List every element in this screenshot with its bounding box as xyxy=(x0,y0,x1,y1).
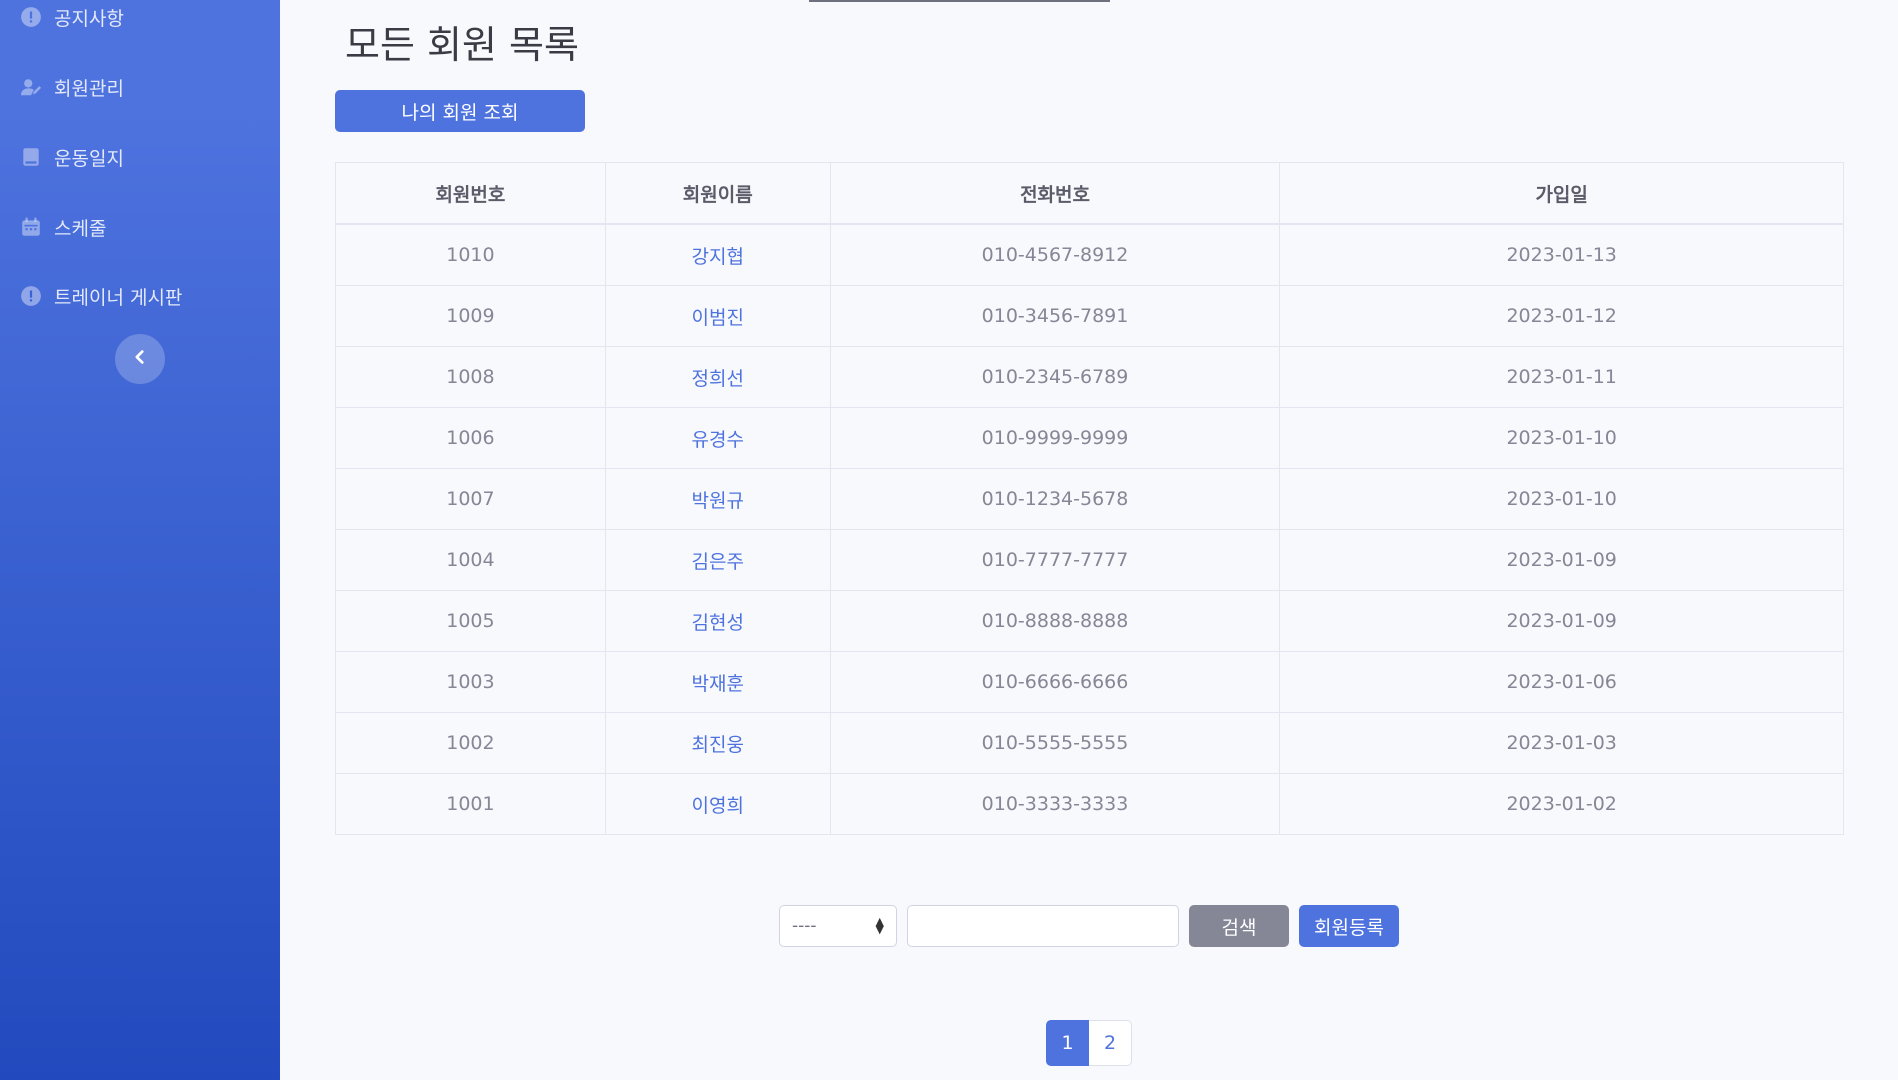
exclamation-circle-icon xyxy=(20,285,42,307)
member-no-cell: 1005 xyxy=(335,590,606,652)
column-header-member-name: 회원이름 xyxy=(604,162,831,225)
sidebar-item-label: 스케줄 xyxy=(54,217,107,240)
phone-cell: 010-3456-7891 xyxy=(829,285,1281,347)
member-name-link[interactable]: 박원규 xyxy=(604,468,831,530)
table-row: 1006 유경수 010-9999-9999 2023-01-10 xyxy=(335,407,1844,469)
member-no-cell: 1010 xyxy=(335,223,606,286)
member-name-link[interactable]: 이영희 xyxy=(604,773,831,835)
member-name-link[interactable]: 박재훈 xyxy=(604,651,831,713)
members-table: 회원번호 회원이름 전화번호 가입일 1010 강지협 010-4567-891… xyxy=(335,162,1844,835)
member-no-cell: 1001 xyxy=(335,773,606,835)
sidebar-item-label: 트레이너 게시판 xyxy=(54,286,183,309)
page-link-2[interactable]: 2 xyxy=(1089,1020,1132,1066)
phone-cell: 010-5555-5555 xyxy=(829,712,1281,774)
join-date-cell: 2023-01-12 xyxy=(1279,285,1844,347)
member-no-cell: 1004 xyxy=(335,529,606,591)
phone-cell: 010-9999-9999 xyxy=(829,407,1281,469)
phone-cell: 010-6666-6666 xyxy=(829,651,1281,713)
member-no-cell: 1002 xyxy=(335,712,606,774)
sidebar-item-notice[interactable]: 공지사항 xyxy=(20,0,124,37)
chevron-left-icon xyxy=(131,348,149,370)
phone-cell: 010-4567-8912 xyxy=(829,223,1281,286)
member-name-link[interactable]: 김현성 xyxy=(604,590,831,652)
sidebar-item-trainer-board[interactable]: 트레이너 게시판 xyxy=(20,276,182,316)
sidebar-item-label: 회원관리 xyxy=(54,77,124,100)
column-header-phone: 전화번호 xyxy=(829,162,1281,225)
sidebar-item-workout-log[interactable]: 운동일지 xyxy=(20,137,124,177)
sidebar-item-label: 공지사항 xyxy=(54,7,124,30)
book-icon xyxy=(20,146,42,168)
sidebar: 공지사항 회원관리 운동일지 스케줄 트레이너 게시판 xyxy=(0,0,280,1080)
table-row: 1001 이영희 010-3333-3333 2023-01-02 xyxy=(335,773,1844,835)
table-row: 1005 김현성 010-8888-8888 2023-01-09 xyxy=(335,590,1844,652)
member-no-cell: 1009 xyxy=(335,285,606,347)
column-header-member-no: 회원번호 xyxy=(335,162,606,225)
pagination: 1 2 xyxy=(1046,1020,1132,1066)
table-row: 1007 박원규 010-1234-5678 2023-01-10 xyxy=(335,468,1844,530)
join-date-cell: 2023-01-13 xyxy=(1279,223,1844,286)
phone-cell: 010-7777-7777 xyxy=(829,529,1281,591)
search-type-select[interactable]: ---- ▲ ▼ xyxy=(779,905,897,947)
table-header-row: 회원번호 회원이름 전화번호 가입일 xyxy=(335,162,1844,225)
member-name-link[interactable]: 이범진 xyxy=(604,285,831,347)
search-button[interactable]: 검색 xyxy=(1189,905,1289,947)
register-member-button[interactable]: 회원등록 xyxy=(1299,905,1399,947)
member-name-link[interactable]: 강지협 xyxy=(604,223,831,286)
member-no-cell: 1003 xyxy=(335,651,606,713)
topbar-divider xyxy=(809,0,1110,2)
member-name-link[interactable]: 정희선 xyxy=(604,346,831,408)
table-row: 1009 이범진 010-3456-7891 2023-01-12 xyxy=(335,285,1844,347)
page-title: 모든 회원 목록 xyxy=(345,23,579,67)
calendar-icon xyxy=(20,216,42,238)
member-no-cell: 1008 xyxy=(335,346,606,408)
member-name-link[interactable]: 최진웅 xyxy=(604,712,831,774)
table-row: 1010 강지협 010-4567-8912 2023-01-13 xyxy=(335,223,1844,286)
page-link-1[interactable]: 1 xyxy=(1046,1020,1089,1066)
join-date-cell: 2023-01-09 xyxy=(1279,529,1844,591)
sort-arrows-icon: ▲ ▼ xyxy=(875,915,884,936)
sidebar-item-schedule[interactable]: 스케줄 xyxy=(20,207,106,247)
join-date-cell: 2023-01-02 xyxy=(1279,773,1844,835)
sidebar-item-label: 운동일지 xyxy=(54,147,124,170)
member-name-link[interactable]: 김은주 xyxy=(604,529,831,591)
member-no-cell: 1007 xyxy=(335,468,606,530)
join-date-cell: 2023-01-10 xyxy=(1279,407,1844,469)
member-no-cell: 1006 xyxy=(335,407,606,469)
search-bar: ---- ▲ ▼ 검색 회원등록 xyxy=(779,905,1399,947)
join-date-cell: 2023-01-03 xyxy=(1279,712,1844,774)
search-input[interactable] xyxy=(907,905,1179,947)
table-row: 1003 박재훈 010-6666-6666 2023-01-06 xyxy=(335,651,1844,713)
phone-cell: 010-8888-8888 xyxy=(829,590,1281,652)
table-row: 1008 정희선 010-2345-6789 2023-01-11 xyxy=(335,346,1844,408)
phone-cell: 010-3333-3333 xyxy=(829,773,1281,835)
exclamation-circle-icon xyxy=(20,6,42,28)
join-date-cell: 2023-01-09 xyxy=(1279,590,1844,652)
phone-cell: 010-1234-5678 xyxy=(829,468,1281,530)
join-date-cell: 2023-01-10 xyxy=(1279,468,1844,530)
column-header-join-date: 가입일 xyxy=(1279,162,1844,225)
join-date-cell: 2023-01-06 xyxy=(1279,651,1844,713)
table-row: 1004 김은주 010-7777-7777 2023-01-09 xyxy=(335,529,1844,591)
sidebar-item-members[interactable]: 회원관리 xyxy=(20,67,124,107)
member-name-link[interactable]: 유경수 xyxy=(604,407,831,469)
table-row: 1002 최진웅 010-5555-5555 2023-01-03 xyxy=(335,712,1844,774)
phone-cell: 010-2345-6789 xyxy=(829,346,1281,408)
select-value: ---- xyxy=(792,916,817,936)
my-members-button[interactable]: 나의 회원 조회 xyxy=(335,90,585,132)
join-date-cell: 2023-01-11 xyxy=(1279,346,1844,408)
sidebar-toggle-button[interactable] xyxy=(115,334,165,384)
user-edit-icon xyxy=(20,76,42,98)
